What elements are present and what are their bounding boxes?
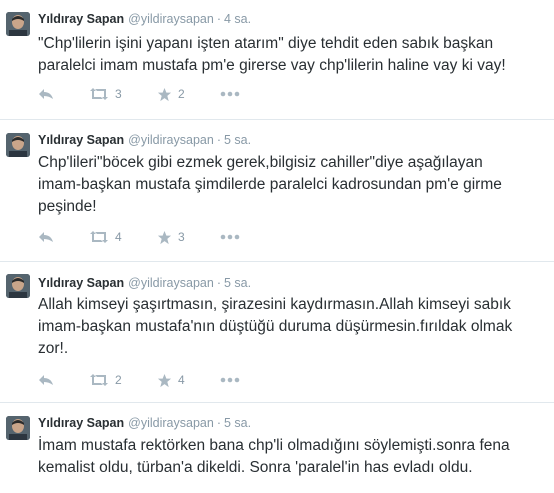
more-icon (220, 91, 240, 97)
more-button[interactable] (220, 228, 240, 246)
tweet-text: "Chp'lilerin işini yapanı işten atarım" … (38, 33, 554, 77)
tweet-text: İmam mustafa rektörken bana chp'li olmad… (38, 435, 554, 479)
more-icon (220, 234, 240, 240)
avatar[interactable] (6, 416, 30, 440)
separator-dot: · (216, 133, 221, 147)
retweet-button[interactable]: 3 (89, 85, 122, 103)
retweet-icon (90, 374, 108, 386)
favorite-count: 2 (178, 87, 185, 101)
author-name[interactable]: Yıldıray Sapan (38, 133, 124, 147)
tweet[interactable]: Yıldıray Sapan @yildiraysapan · 5 sa. Chp'l… (0, 120, 554, 262)
tweet-text-line: İmam mustafa rektörken bana chp'li olmad… (38, 437, 510, 454)
reply-button[interactable] (38, 371, 54, 389)
author-handle[interactable]: @yildiraysapan (128, 133, 214, 147)
separator-dot: · (216, 416, 221, 430)
separator-dot: · (216, 12, 221, 26)
tweet[interactable]: Yıldıray Sapan @yildiraysapan · 5 sa. İmam … (0, 403, 554, 493)
timestamp[interactable]: 5 sa. (224, 416, 251, 430)
retweet-count: 2 (115, 373, 122, 387)
retweet-icon (90, 88, 108, 100)
favorite-button[interactable]: 4 (157, 371, 185, 389)
tweet[interactable]: Yıldıray Sapan @yildiraysapan · 5 sa. Allah… (0, 262, 554, 403)
tweet-text-line: Chp'lileri"böcek gibi ezmek gerek,bilgis… (38, 154, 483, 171)
timestamp[interactable]: 5 sa. (224, 133, 251, 147)
tweet-header: Yıldıray Sapan @yildiraysapan · 5 sa. (38, 274, 251, 292)
timestamp[interactable]: 4 sa. (224, 12, 251, 26)
star-icon (157, 230, 172, 244)
avatar[interactable] (6, 12, 30, 36)
author-name[interactable]: Yıldıray Sapan (38, 12, 124, 26)
retweet-count: 3 (115, 87, 122, 101)
reply-icon (39, 232, 53, 242)
avatar[interactable] (6, 274, 30, 298)
tweet-text-line: peşinde! (38, 198, 97, 215)
tweet-text: Allah kimseyi şaşırtmasın, şirazesini ka… (38, 294, 554, 360)
reply-button[interactable] (38, 228, 54, 246)
author-handle[interactable]: @yildiraysapan (128, 416, 214, 430)
author-name[interactable]: Yıldıray Sapan (38, 276, 124, 290)
retweet-button[interactable]: 4 (89, 228, 122, 246)
tweet-text: Chp'lileri"böcek gibi ezmek gerek,bilgis… (38, 152, 554, 218)
author-handle[interactable]: @yildiraysapan (128, 276, 214, 290)
retweet-count: 4 (115, 230, 122, 244)
reply-button[interactable] (38, 85, 54, 103)
tweet-text-line: "Chp'lilerin işini yapanı işten atarım" … (38, 35, 494, 52)
timestamp[interactable]: 5 sa. (224, 276, 251, 290)
favorite-button[interactable]: 3 (157, 228, 185, 246)
reply-icon (39, 89, 53, 99)
favorite-count: 4 (178, 373, 185, 387)
tweet-text-line: paralelci imam mustafa pm'e girerse vay … (38, 57, 506, 74)
tweet-text-line: imam-başkan mustafa şimdilerde paralelci… (38, 176, 502, 193)
avatar[interactable] (6, 133, 30, 157)
reply-icon (39, 375, 53, 385)
author-handle[interactable]: @yildiraysapan (128, 12, 214, 26)
retweet-icon (90, 231, 108, 243)
favorite-button[interactable]: 2 (157, 85, 185, 103)
more-icon (220, 377, 240, 383)
star-icon (157, 87, 172, 101)
tweet-text-line: Allah kimseyi şaşırtmasın, şirazesini ka… (38, 296, 511, 313)
favorite-count: 3 (178, 230, 185, 244)
tweet-header: Yıldıray Sapan @yildiraysapan · 5 sa. (38, 131, 251, 149)
star-icon (157, 373, 172, 387)
author-name[interactable]: Yıldıray Sapan (38, 416, 124, 430)
tweet-header: Yıldıray Sapan @yildiraysapan · 4 sa. (38, 10, 251, 28)
more-button[interactable] (220, 85, 240, 103)
retweet-button[interactable]: 2 (89, 371, 122, 389)
tweet-text-line: imam-başkan mustafa'nın düştüğü duruma d… (38, 318, 513, 335)
tweet-header: Yıldıray Sapan @yildiraysapan · 5 sa. (38, 414, 251, 432)
tweet-text-line: zor!. (38, 340, 69, 357)
tweet[interactable]: Yıldıray Sapan @yildiraysapan · 4 sa. "Chp'… (0, 0, 554, 120)
more-button[interactable] (220, 371, 240, 389)
tweet-text-line: kemalist oldu, türban'a dikeldi. Sonra '… (38, 459, 473, 476)
separator-dot: · (216, 276, 221, 290)
